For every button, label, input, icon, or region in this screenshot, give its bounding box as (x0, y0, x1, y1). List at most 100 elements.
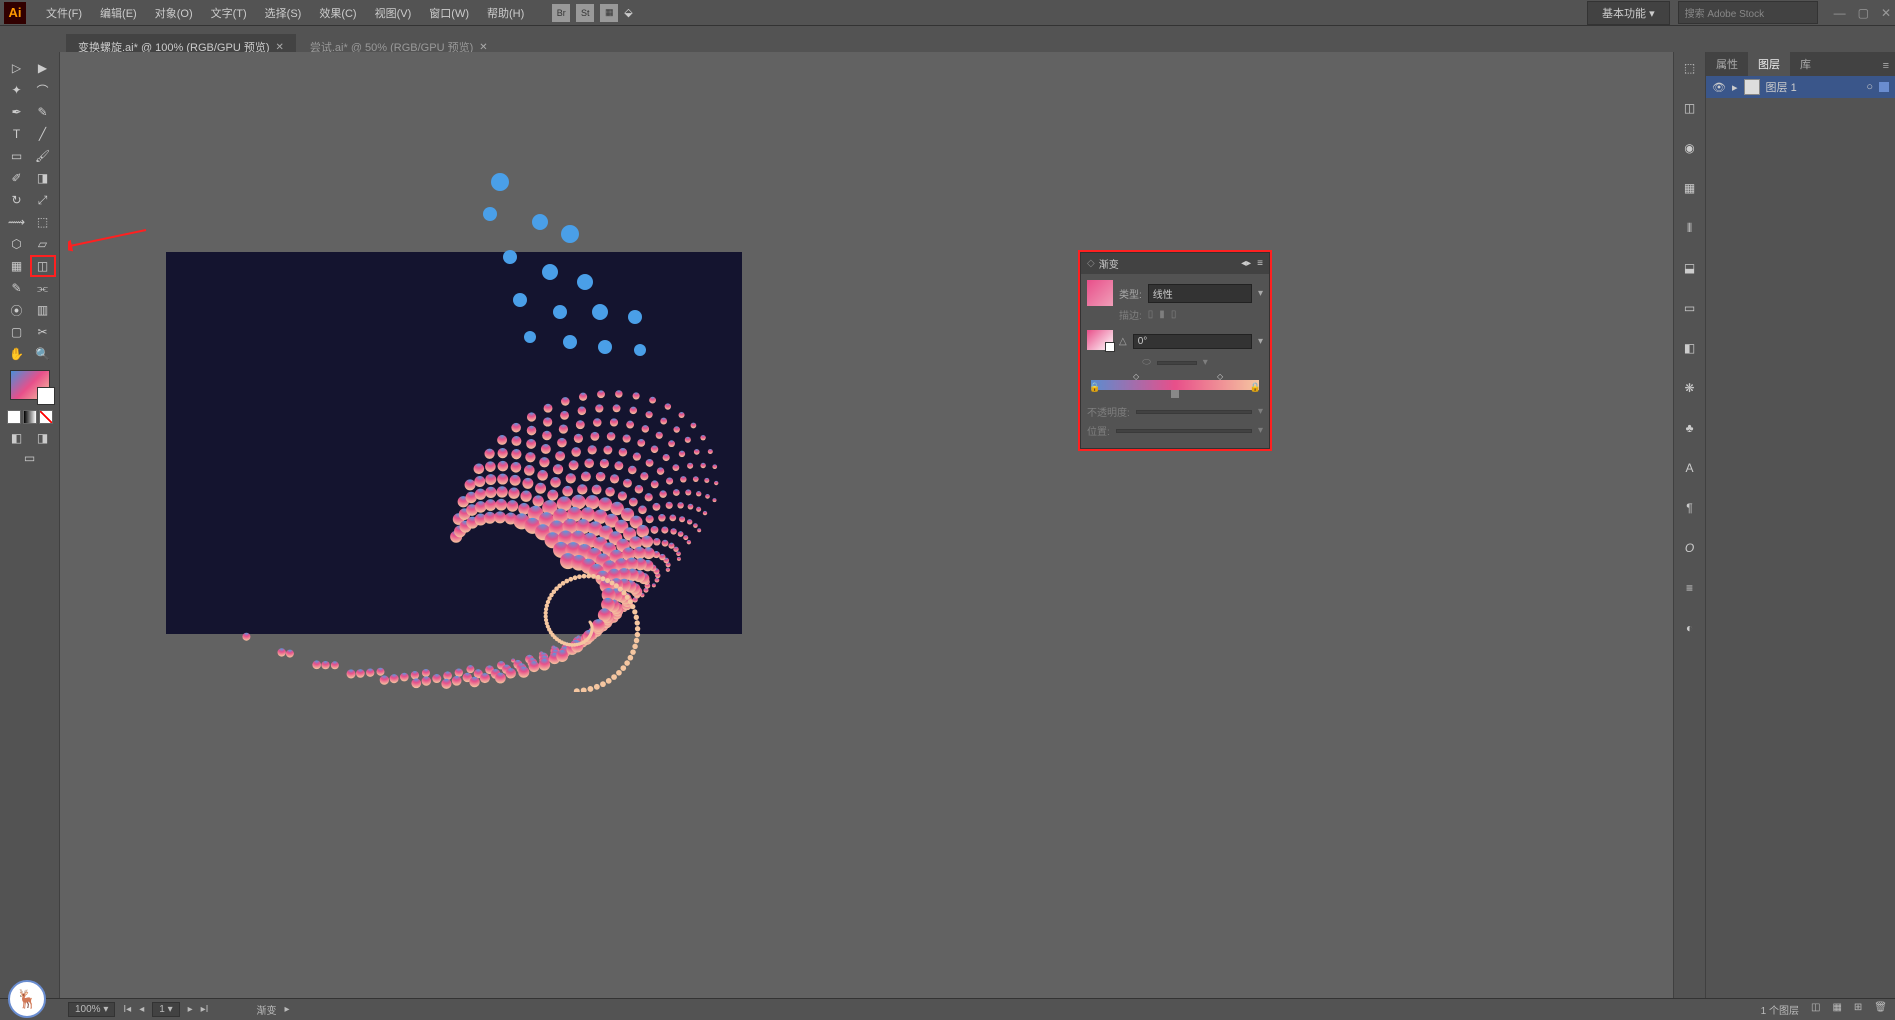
lock-right-icon[interactable]: 🔒 (1250, 382, 1261, 393)
close-button[interactable]: ✕ (1881, 6, 1891, 20)
artboard-nav[interactable]: 1 ▾ (152, 1002, 179, 1017)
graphic-styles-dock-icon[interactable]: ▦ (1680, 178, 1700, 198)
line-tool[interactable]: ╱ (31, 124, 55, 144)
paintbrush-tool[interactable]: 🖌 (31, 146, 55, 166)
panel-menu-icon[interactable]: ≡ (1877, 56, 1895, 76)
search-input[interactable]: 搜索 Adobe Stock (1678, 1, 1818, 24)
menu-window[interactable]: 窗口(W) (421, 1, 477, 25)
tab-properties[interactable]: 属性 (1706, 52, 1748, 76)
magic-wand-tool[interactable]: ✦ (5, 80, 29, 100)
layer-row[interactable]: 👁 ▸ 图层 1 ○ (1706, 76, 1895, 98)
menu-select[interactable]: 选择(S) (257, 1, 310, 25)
gradient-slider[interactable]: ◇ ◇ 🔒 🔒 (1091, 380, 1259, 390)
nav-last-icon[interactable]: ▸I (201, 1004, 209, 1015)
aspect-input[interactable] (1157, 361, 1197, 365)
location-input[interactable] (1116, 429, 1252, 433)
layer-name[interactable]: 图层 1 (1766, 79, 1797, 95)
panel-collapse-icon[interactable]: ◂▸ (1241, 258, 1251, 269)
character-dock-icon[interactable]: A (1680, 458, 1700, 478)
gradient-tool[interactable]: ◫ (31, 256, 55, 276)
stroke-dock-icon[interactable]: ≡ (1680, 578, 1700, 598)
gradient-dock-icon[interactable]: ◐ (1680, 618, 1700, 638)
close-icon[interactable]: ✕ (479, 42, 487, 53)
paragraph-dock-icon[interactable]: ¶ (1680, 498, 1700, 518)
brushes-dock-icon[interactable]: ♣ (1680, 418, 1700, 438)
slice-tool[interactable]: ✂ (31, 322, 55, 342)
solid-mode-icon[interactable] (7, 410, 21, 424)
tool-popup-icon[interactable]: ▸ (284, 1004, 289, 1015)
change-screen-icon[interactable]: ▭ (5, 448, 55, 468)
panel-menu-icon[interactable]: ≡ (1257, 258, 1263, 269)
nav-first-icon[interactable]: I◂ (123, 1004, 131, 1015)
menu-view[interactable]: 视图(V) (367, 1, 420, 25)
sb-new-icon[interactable]: ⊞ (1854, 1002, 1862, 1017)
menu-file[interactable]: 文件(F) (38, 1, 90, 25)
sb-trash-icon[interactable]: 🗑 (1874, 1002, 1887, 1017)
gradient-preview[interactable] (1087, 280, 1113, 306)
dropdown-icon[interactable]: ▾ (1258, 336, 1263, 347)
graph-tool[interactable]: ▥ (31, 300, 55, 320)
width-tool[interactable]: ⟿ (5, 212, 29, 232)
perspective-tool[interactable]: ▱ (31, 234, 55, 254)
fill-stroke-swatch[interactable] (10, 370, 50, 400)
layer-target-icon[interactable]: ○ (1866, 81, 1873, 93)
blend-tool[interactable]: ⫘ (31, 278, 55, 298)
gradient-stop[interactable] (1171, 390, 1179, 398)
sb-icon[interactable]: ◫ (1811, 1002, 1820, 1017)
lasso-tool[interactable]: ⌒ (31, 80, 55, 100)
arrange-icon[interactable]: ▦ (600, 4, 618, 22)
sb-icon[interactable]: ▦ (1832, 1002, 1841, 1017)
pen-tool[interactable]: ✒ (5, 102, 29, 122)
lock-left-icon[interactable]: 🔒 (1089, 382, 1100, 393)
type-tool[interactable]: T (5, 124, 29, 144)
gradient-mode-icon[interactable] (23, 410, 37, 424)
direct-select-tool[interactable]: ▶ (31, 58, 55, 78)
swatches-dock-icon[interactable]: ❋ (1680, 378, 1700, 398)
appearance-dock-icon[interactable]: ◉ (1680, 138, 1700, 158)
color-dock-icon[interactable]: ◧ (1680, 338, 1700, 358)
dropdown-icon[interactable]: ▾ (1258, 288, 1263, 299)
menu-edit[interactable]: 编辑(E) (92, 1, 145, 25)
properties-dock-icon[interactable]: ⬚ (1680, 58, 1700, 78)
eyedropper-tool[interactable]: ✎ (5, 278, 29, 298)
artboard-tool[interactable]: ▢ (5, 322, 29, 342)
aspect-icon[interactable]: ⬭ (1142, 357, 1151, 368)
shape-builder-tool[interactable]: ⬡ (5, 234, 29, 254)
symbol-spray-tool[interactable]: ⦿ (5, 300, 29, 320)
free-transform-tool[interactable]: ⬚ (31, 212, 55, 232)
tab-libraries[interactable]: 库 (1790, 52, 1821, 76)
stroke-across-icon[interactable]: ▯ (1171, 309, 1177, 320)
nav-next-icon[interactable]: ▸ (188, 1004, 193, 1015)
maximize-button[interactable]: ▢ (1858, 6, 1869, 20)
gradient-panel[interactable]: ◇ 渐变 ◂▸ ≡ 类型: 线性 ▾ 描边: ▯ ▮ ▯ (1080, 252, 1270, 449)
dropdown-icon[interactable]: ▾ (1203, 357, 1208, 368)
minimize-button[interactable]: — (1834, 6, 1846, 20)
eraser-tool[interactable]: ◨ (31, 168, 55, 188)
draw-mode-icon[interactable]: ◧ (5, 428, 29, 448)
user-avatar[interactable]: 🦌 (8, 980, 46, 1018)
canvas[interactable] (60, 52, 1673, 998)
selection-tool[interactable]: ▷ (5, 58, 29, 78)
close-icon[interactable]: ✕ (275, 42, 283, 53)
reverse-gradient-icon[interactable] (1087, 330, 1113, 350)
stroke-along-icon[interactable]: ▮ (1159, 309, 1165, 320)
visibility-icon[interactable]: 👁 (1712, 81, 1726, 94)
gradient-panel-header[interactable]: ◇ 渐变 ◂▸ ≡ (1081, 253, 1269, 274)
nav-prev-icon[interactable]: ◂ (139, 1004, 144, 1015)
zoom-select[interactable]: 100% ▾ (68, 1002, 115, 1017)
stroke-within-icon[interactable]: ▯ (1148, 309, 1154, 320)
opacity-input[interactable] (1136, 410, 1252, 414)
menu-type[interactable]: 文字(T) (203, 1, 255, 25)
none-mode-icon[interactable] (39, 410, 53, 424)
gpu-icon[interactable]: ⬙ (624, 6, 632, 19)
layer-expand-icon[interactable]: ▸ (1732, 81, 1738, 94)
menu-help[interactable]: 帮助(H) (479, 1, 532, 25)
rectangle-tool[interactable]: ▭ (5, 146, 29, 166)
screen-mode-icon[interactable]: ◨ (31, 428, 55, 448)
menu-effect[interactable]: 效果(C) (311, 1, 364, 25)
bridge-icon[interactable]: Br (552, 4, 570, 22)
menu-object[interactable]: 对象(O) (147, 1, 201, 25)
gradient-type-select[interactable]: 线性 (1148, 284, 1252, 303)
tab-layers[interactable]: 图层 (1748, 52, 1790, 76)
curvature-tool[interactable]: ✎ (31, 102, 55, 122)
